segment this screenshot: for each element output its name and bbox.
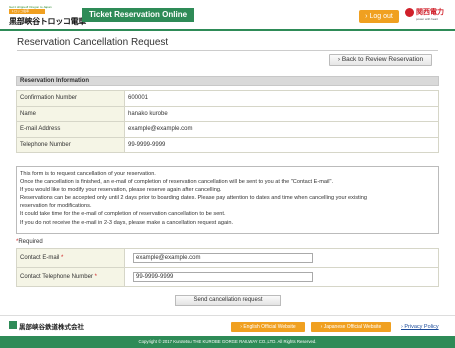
table-row: Contact E-mail * example@example.com: [16, 248, 439, 268]
contact-phone-field[interactable]: 99-9999-9999: [133, 272, 313, 282]
required-star: *: [61, 255, 64, 261]
company-name: 黒部峡谷鉄道株式会社: [19, 324, 84, 331]
email-value: example@example.com: [124, 121, 439, 138]
notice-line: If you do not receive the e-mail in 2-3 …: [20, 219, 233, 226]
notice-line: It could take time for the e-mail of com…: [20, 211, 226, 218]
contact-email-cell: example@example.com: [124, 248, 439, 268]
table-row: Contact Telephone Number * 99-9999-9999: [16, 267, 439, 287]
telephone-value: 99-9999-9999: [124, 136, 439, 153]
contact-phone-label-text: Contact Telephone Number: [20, 274, 93, 280]
site-logo[interactable]: Get it shipped! Oregon to Japan トロッコ電車 黒…: [9, 5, 86, 26]
row-label: Name: [16, 105, 125, 122]
notice-line: This form is to request cancellation of …: [20, 171, 156, 177]
contact-email-field[interactable]: example@example.com: [133, 253, 313, 263]
row-label: Telephone Number: [16, 136, 125, 153]
required-note: *Required: [16, 239, 43, 245]
contact-phone-label: Contact Telephone Number *: [16, 267, 125, 287]
logo-badge: トロッコ電車: [9, 9, 45, 14]
page-title: Reservation Cancellation Request: [17, 37, 169, 48]
name-value: hanako kurobe: [124, 105, 439, 122]
partner-logo-icon: [405, 8, 414, 17]
required-text: Required: [18, 239, 43, 245]
contact-form-table: Contact E-mail * example@example.com Con…: [16, 248, 439, 287]
required-star: *: [94, 274, 97, 280]
back-to-review-button[interactable]: › Back to Review Reservation: [329, 54, 432, 66]
table-row: Name hanako kurobe: [16, 105, 439, 122]
logout-button[interactable]: › Log out: [359, 10, 399, 23]
partner-name: 関西電力: [416, 9, 444, 16]
app-title: Ticket Reservation Online: [82, 8, 194, 22]
notice-line: Once the cancellation is finished, an e-…: [20, 179, 334, 186]
table-row: E-mail Address example@example.com: [16, 121, 439, 138]
company-logo-icon: [9, 321, 17, 329]
english-site-link[interactable]: › English Official Website: [231, 322, 305, 332]
contact-phone-cell: 99-9999-9999: [124, 267, 439, 287]
notice-line: If you would like to modify your reserva…: [20, 187, 222, 194]
table-row: Confirmation Number 600001: [16, 90, 439, 107]
site-header: Get it shipped! Oregon to Japan トロッコ電車 黒…: [0, 0, 455, 29]
row-label: E-mail Address: [16, 121, 125, 138]
notice-line: reservation for modifications.: [20, 203, 92, 210]
contact-email-label-text: Contact E-mail: [20, 255, 60, 261]
footer-divider: [0, 315, 455, 316]
cancellation-notice: This form is to request cancellation of …: [16, 166, 439, 234]
reservation-info-table: Confirmation Number 600001 Name hanako k…: [16, 90, 439, 153]
japanese-site-link[interactable]: › Japanese Official Website: [311, 322, 391, 332]
notice-line: Reservations can be accepted only until …: [20, 195, 368, 202]
logo-main-text: 黒部峡谷トロッコ電車: [9, 17, 86, 26]
partner-tagline: power with heart: [416, 17, 439, 21]
privacy-policy-link[interactable]: › Privacy Policy: [401, 322, 439, 332]
contact-email-label: Contact E-mail *: [16, 248, 125, 268]
title-divider: [17, 50, 438, 51]
partner-logo: 関西電力 power with heart: [405, 7, 447, 24]
row-label: Confirmation Number: [16, 90, 125, 107]
reservation-info-heading: Reservation Information: [16, 76, 439, 86]
copyright: Copyright © 2017 Kurotetsu THE KUROBE GO…: [0, 336, 455, 348]
table-row: Telephone Number 99-9999-9999: [16, 136, 439, 153]
confirmation-number-value: 600001: [124, 90, 439, 107]
header-divider: [0, 29, 455, 31]
send-cancellation-button[interactable]: Send cancellation request: [175, 295, 281, 306]
